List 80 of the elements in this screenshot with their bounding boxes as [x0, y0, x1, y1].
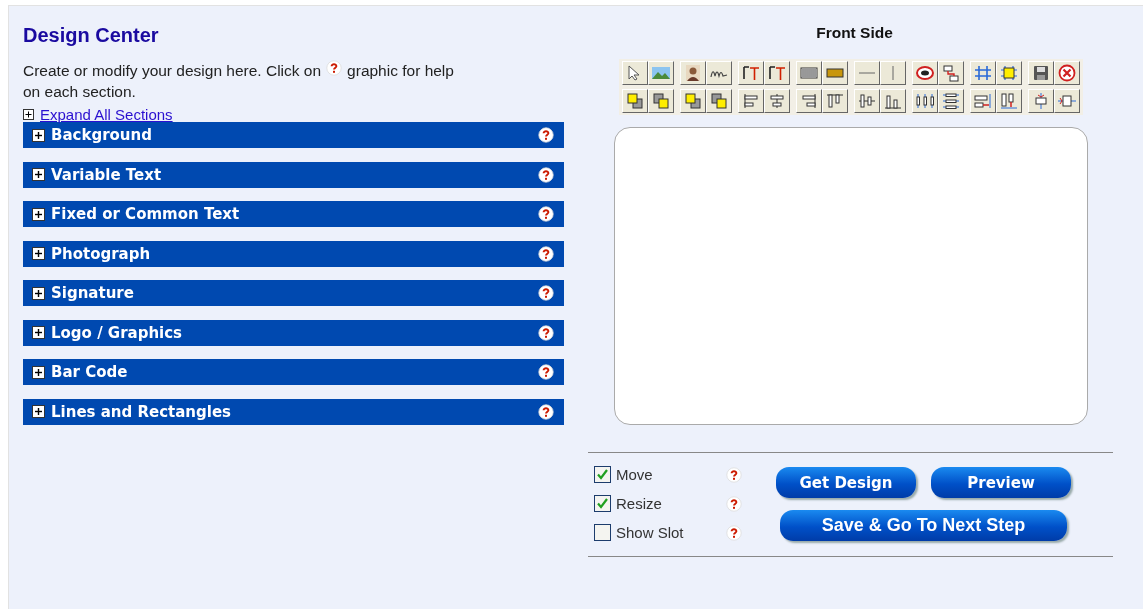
section-title: Fixed or Common Text	[51, 205, 241, 223]
preview-title: Front Side	[816, 24, 893, 42]
section-header[interactable]: Fixed or Common Text	[23, 201, 564, 227]
oval-logo-icon[interactable]	[911, 61, 938, 85]
help-icon[interactable]	[538, 245, 554, 262]
help-icon[interactable]	[726, 524, 742, 541]
section-header[interactable]: Variable Text	[23, 161, 564, 188]
help-icon[interactable]	[538, 403, 554, 420]
distribute-vertical-icon[interactable]	[937, 89, 964, 113]
page-title: Design Center	[23, 24, 160, 47]
layer-squares-icon[interactable]	[705, 89, 732, 113]
section-title: Background	[51, 126, 153, 144]
section-title: Photograph	[51, 244, 152, 263]
layer-squares-icon[interactable]	[621, 89, 648, 113]
section-header[interactable]: Bar Code	[23, 359, 564, 385]
help-icon[interactable]	[538, 324, 554, 341]
plus-box-icon[interactable]	[32, 128, 45, 142]
section-header[interactable]: Signature	[23, 280, 564, 306]
section-title: Logo / Graphics	[51, 323, 184, 342]
layer-squares-icon[interactable]	[647, 89, 674, 113]
action-button[interactable]: Save & Go To Next Step	[780, 509, 1067, 541]
plus-box-icon[interactable]	[32, 168, 45, 181]
checkbox[interactable]	[594, 466, 611, 483]
action-button[interactable]: Get Design	[776, 467, 916, 498]
same-width-icon[interactable]	[969, 89, 996, 113]
same-height-icon[interactable]	[995, 89, 1022, 113]
plus-box-icon[interactable]	[32, 326, 45, 339]
intro-text: on each section.	[23, 82, 136, 102]
intro-text: graphic for help	[347, 61, 454, 81]
align-bottom-icon[interactable]	[879, 89, 906, 113]
section-header[interactable]: Lines and Rectangles	[23, 398, 564, 425]
section-title: Signature	[51, 284, 135, 302]
center-horizontal-icon[interactable]	[1027, 89, 1054, 113]
plus-box-icon[interactable]	[32, 405, 45, 418]
grid-square-icon[interactable]	[995, 61, 1022, 85]
align-middle-icon[interactable]	[853, 89, 880, 113]
help-icon[interactable]	[538, 166, 554, 183]
plus-box-icon[interactable]	[23, 108, 34, 120]
align-top-icon[interactable]	[821, 89, 848, 113]
section-title: Variable Text	[51, 165, 163, 184]
align-center-icon[interactable]	[763, 89, 790, 113]
help-icon[interactable]	[538, 206, 554, 222]
align-right-icon[interactable]	[795, 89, 822, 113]
save-icon[interactable]	[1027, 61, 1054, 85]
section-header[interactable]: Photograph	[23, 240, 564, 267]
section-title: Bar Code	[51, 363, 129, 381]
text-tool-icon[interactable]	[737, 61, 764, 85]
checkbox[interactable]	[594, 524, 611, 541]
close-icon[interactable]	[1053, 61, 1080, 85]
checkbox-label: Show Slot	[616, 524, 685, 541]
layer-squares-icon[interactable]	[679, 89, 706, 113]
text-tool-icon[interactable]	[763, 61, 790, 85]
section-header[interactable]: Background	[23, 122, 564, 148]
plus-box-icon[interactable]	[32, 286, 45, 300]
help-icon[interactable]	[538, 285, 554, 301]
arrow-pointer-icon[interactable]	[621, 61, 648, 85]
plus-box-icon[interactable]	[32, 207, 45, 221]
action-button[interactable]: Preview	[931, 467, 1071, 498]
plus-box-icon[interactable]	[32, 365, 45, 379]
portrait-icon[interactable]	[679, 61, 706, 85]
grid-icon[interactable]	[969, 61, 996, 85]
help-icon[interactable]	[726, 466, 742, 483]
help-icon[interactable]	[538, 364, 554, 380]
landscape-picture-icon[interactable]	[647, 61, 674, 85]
scribble-icon[interactable]	[705, 61, 732, 85]
checkbox[interactable]	[594, 495, 611, 512]
section-title: Lines and Rectangles	[51, 402, 233, 421]
section-header[interactable]: Logo / Graphics	[23, 319, 564, 346]
checkbox-label: Resize	[616, 495, 663, 512]
plus-box-icon[interactable]	[32, 247, 45, 260]
rectangle-icon[interactable]	[821, 61, 848, 85]
intro-text: Create or modify your design here. Click on	[23, 61, 322, 81]
help-icon[interactable]	[326, 60, 343, 76]
help-icon[interactable]	[538, 127, 554, 143]
checkbox-label: Move	[616, 466, 654, 483]
help-icon[interactable]	[726, 495, 742, 512]
center-vertical-icon[interactable]	[1053, 89, 1080, 113]
align-left-icon[interactable]	[737, 89, 764, 113]
distribute-horizontal-icon[interactable]	[911, 89, 938, 113]
expand-all-link[interactable]: Expand All Sections	[40, 105, 173, 123]
